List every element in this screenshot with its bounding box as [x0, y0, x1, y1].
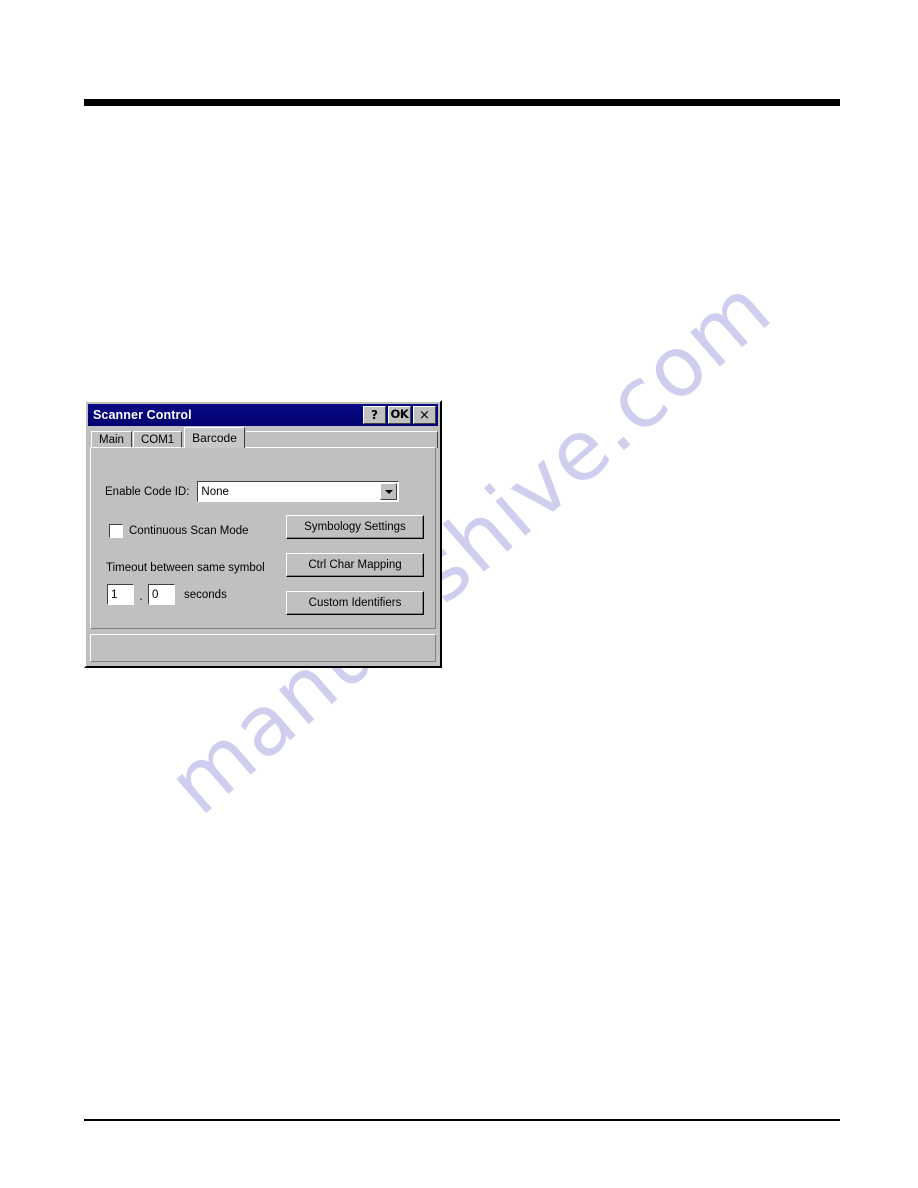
- close-icon[interactable]: ×: [413, 406, 436, 424]
- timeout-label: Timeout between same symbol: [106, 562, 265, 574]
- enable-code-id-label: Enable Code ID:: [105, 485, 190, 498]
- tab-strip-filler: [245, 431, 438, 448]
- ctrl-char-mapping-button[interactable]: Ctrl Char Mapping: [286, 553, 424, 577]
- dialog-client-area: Enable Code ID: None Continuous Scan Mod…: [90, 447, 436, 629]
- enable-code-id-row: Enable Code ID: None: [105, 481, 400, 502]
- chevron-down-icon[interactable]: [380, 483, 398, 500]
- dialog-statusbar: [90, 634, 436, 662]
- timeout-row: 1 . 0 seconds: [107, 584, 227, 605]
- scanner-control-dialog: Scanner Control ? OK × Main COM1 Barcode…: [84, 400, 442, 668]
- footer-rule: [84, 1119, 840, 1121]
- header-rule: [84, 99, 840, 106]
- dialog-titlebar: Scanner Control ? OK ×: [88, 404, 438, 426]
- continuous-scan-row[interactable]: Continuous Scan Mode: [109, 524, 249, 538]
- continuous-scan-checkbox[interactable]: [109, 524, 123, 538]
- page-footer: [84, 1128, 840, 1156]
- enable-code-id-combobox[interactable]: None: [197, 481, 400, 502]
- tab-com1[interactable]: COM1: [132, 431, 183, 448]
- ok-button[interactable]: OK: [388, 406, 411, 424]
- action-button-column: Symbology Settings Ctrl Char Mapping Cus…: [286, 515, 424, 629]
- seconds-label: seconds: [184, 588, 227, 601]
- chevron-down-glyph: [384, 489, 393, 494]
- tab-strip: Main COM1 Barcode: [88, 426, 438, 448]
- tab-main[interactable]: Main: [91, 431, 132, 448]
- dialog-title: Scanner Control: [93, 408, 192, 422]
- custom-identifiers-button[interactable]: Custom Identifiers: [286, 591, 424, 615]
- document-page: Scanner Control ? OK × Main COM1 Barcode…: [0, 0, 918, 1188]
- symbology-settings-button[interactable]: Symbology Settings: [286, 515, 424, 539]
- timeout-fraction-input[interactable]: 0: [148, 584, 175, 605]
- decimal-separator: .: [139, 589, 143, 603]
- page-header: [84, 66, 840, 94]
- enable-code-id-value: None: [201, 485, 229, 498]
- continuous-scan-label: Continuous Scan Mode: [129, 525, 249, 537]
- help-button[interactable]: ?: [363, 406, 386, 424]
- tab-barcode[interactable]: Barcode: [184, 427, 245, 448]
- timeout-whole-input[interactable]: 1: [107, 584, 134, 605]
